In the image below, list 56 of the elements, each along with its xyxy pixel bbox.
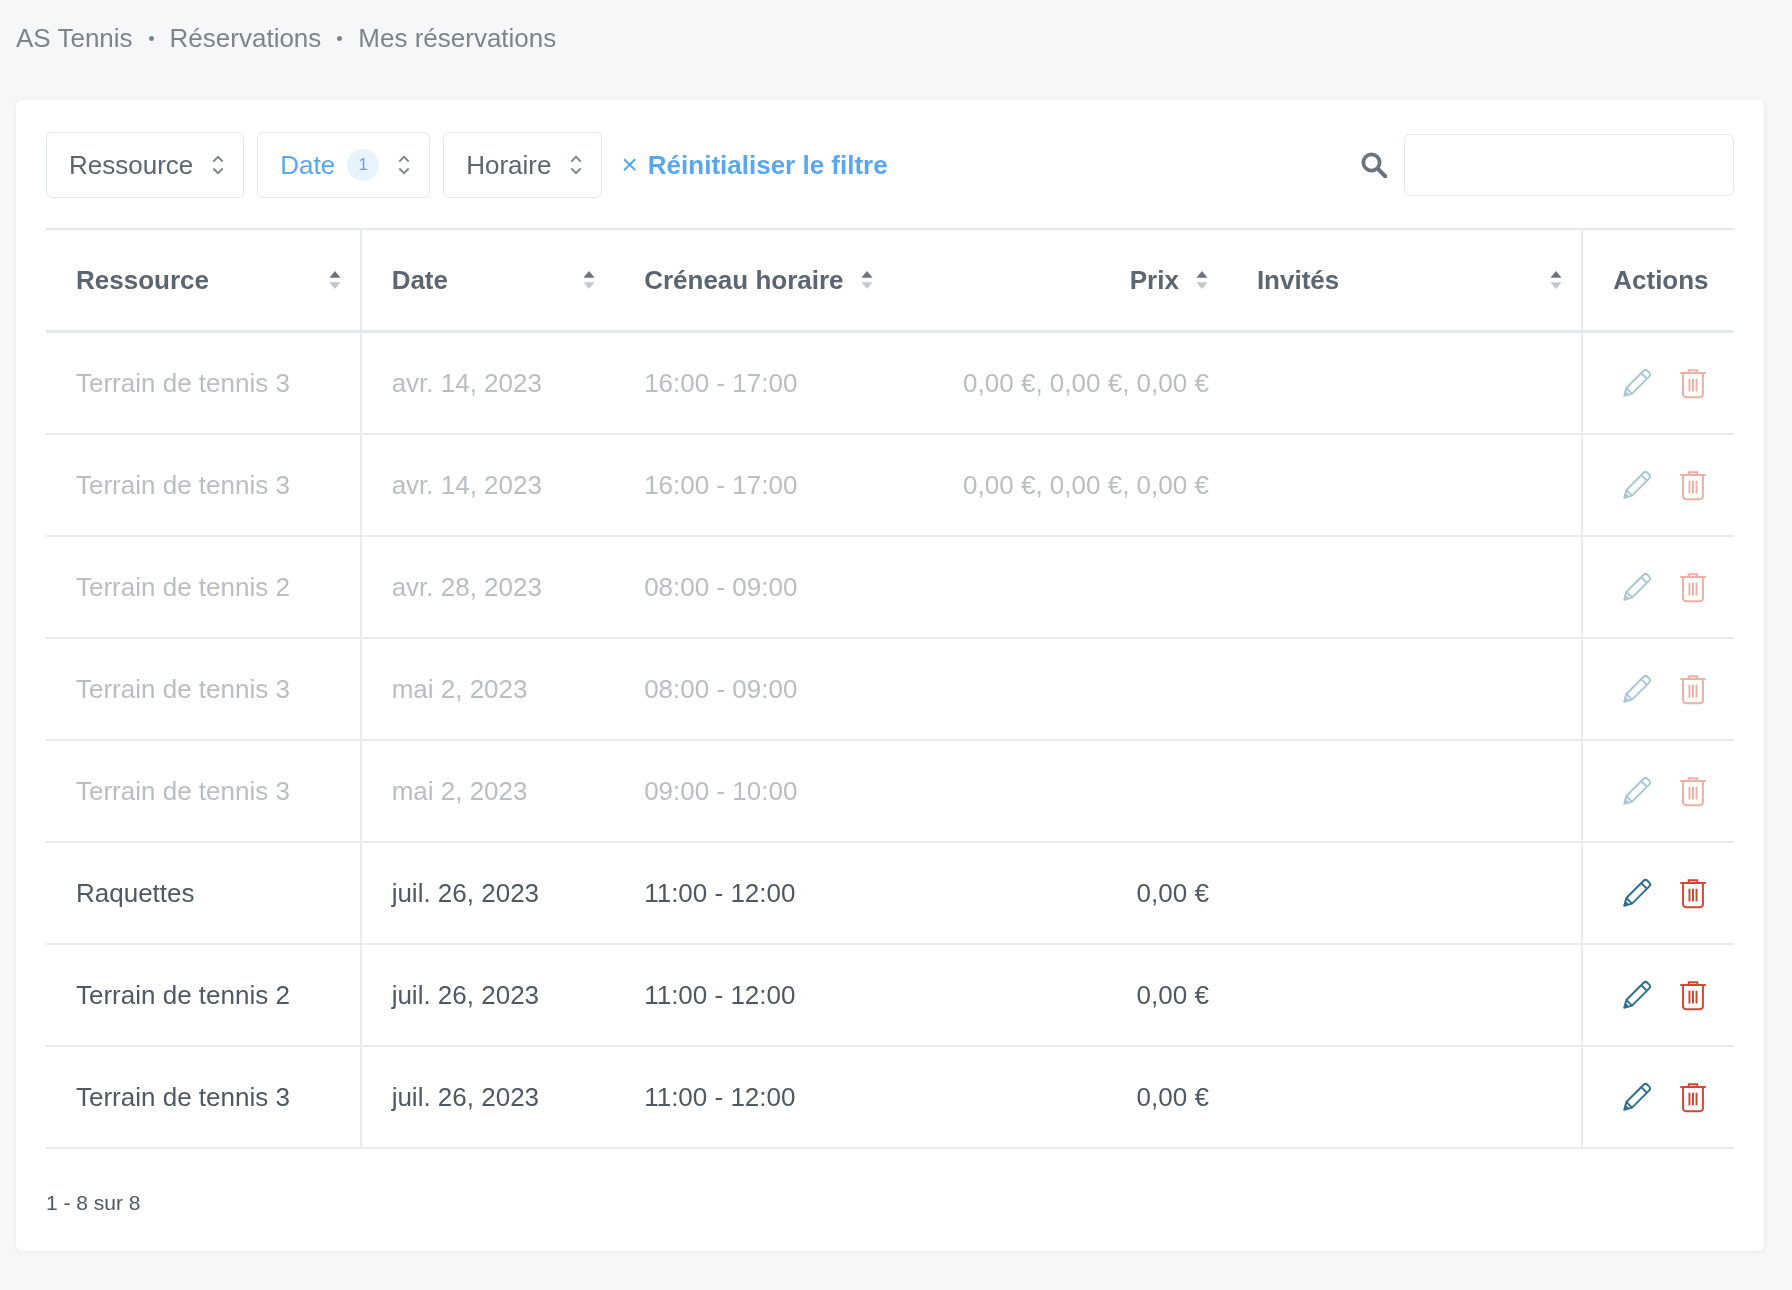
column-header: Ressource xyxy=(76,264,209,296)
date-cell: mai 2, 2023 xyxy=(391,673,528,704)
time-slot-cell: 11:00 - 12:00 xyxy=(644,877,796,908)
column-header: Prix xyxy=(1129,264,1179,296)
price-cell: 0,00 € xyxy=(1136,979,1209,1010)
time-slot-cell: 11:00 - 12:00 xyxy=(644,1081,796,1112)
sort-icon[interactable] xyxy=(327,270,342,290)
breadcrumb-link[interactable]: AS Tennis xyxy=(16,22,133,54)
search-field[interactable] xyxy=(1404,134,1734,196)
resource-cell: Terrain de tennis 3 xyxy=(76,469,290,500)
price-cell: 0,00 €, 0,00 €, 0,00 € xyxy=(963,367,1209,398)
sort-icon[interactable] xyxy=(582,270,597,290)
resource-cell: Terrain de tennis 3 xyxy=(76,775,290,806)
resource-cell: Terrain de tennis 2 xyxy=(76,979,290,1010)
resource-cell: Terrain de tennis 3 xyxy=(76,1081,290,1112)
time-slot-cell: 16:00 - 17:00 xyxy=(644,469,798,500)
date-cell: mai 2, 2023 xyxy=(391,775,528,806)
date-cell: juil. 26, 2023 xyxy=(391,979,540,1010)
sort-icon[interactable] xyxy=(1549,270,1564,290)
date-cell: avr. 14, 2023 xyxy=(391,469,542,500)
resource-cell: Terrain de tennis 3 xyxy=(76,367,290,398)
price-cell: 0,00 € xyxy=(1136,877,1209,908)
date-cell: juil. 26, 2023 xyxy=(391,1081,540,1112)
column-header: Actions xyxy=(1613,264,1709,296)
column-header: Date xyxy=(391,264,448,296)
time-slot-cell: 09:00 - 10:00 xyxy=(644,775,798,806)
resource-cell: Raquettes xyxy=(76,877,195,908)
sort-chevrons-icon xyxy=(397,153,412,177)
sort-icon[interactable] xyxy=(1194,270,1209,290)
date-cell: avr. 28, 2023 xyxy=(391,571,542,602)
breadcrumb-link[interactable]: Mes réservations xyxy=(358,22,557,54)
price-cell: 0,00 € xyxy=(1136,1081,1209,1112)
filter-dropdown[interactable]: Date 1 xyxy=(257,132,431,198)
time-slot-cell: 08:00 - 09:00 xyxy=(644,673,798,704)
resource-cell: Terrain de tennis 2 xyxy=(76,571,290,602)
breadcrumb-separator-icon xyxy=(148,35,154,41)
breadcrumb-link[interactable]: Réservations xyxy=(169,22,322,54)
breadcrumb-separator-icon xyxy=(337,35,343,41)
resource-cell: Terrain de tennis 3 xyxy=(76,673,290,704)
search-icon xyxy=(1359,150,1389,180)
sort-chevrons-icon xyxy=(569,153,584,177)
time-slot-cell: 16:00 - 17:00 xyxy=(644,367,798,398)
filter-dropdown[interactable]: Ressource xyxy=(46,132,245,198)
price-cell: 0,00 €, 0,00 €, 0,00 € xyxy=(963,469,1209,500)
reset-filter-button[interactable]: × Réinitialiser le filtre xyxy=(615,149,894,181)
sort-icon[interactable] xyxy=(859,270,874,290)
filter-dropdown[interactable]: Horaire xyxy=(443,132,603,198)
date-cell: juil. 26, 2023 xyxy=(391,877,540,908)
column-header: Créneau horaire xyxy=(644,264,844,296)
time-slot-cell: 11:00 - 12:00 xyxy=(644,979,796,1010)
time-slot-cell: 08:00 - 09:00 xyxy=(644,571,798,602)
sort-chevrons-icon xyxy=(211,153,226,177)
column-header: Invités xyxy=(1256,264,1340,296)
filter-count-badge: 1 xyxy=(347,149,380,181)
date-cell: avr. 14, 2023 xyxy=(391,367,542,398)
pagination-summary: 1 - 8 sur 8 xyxy=(46,1191,142,1215)
